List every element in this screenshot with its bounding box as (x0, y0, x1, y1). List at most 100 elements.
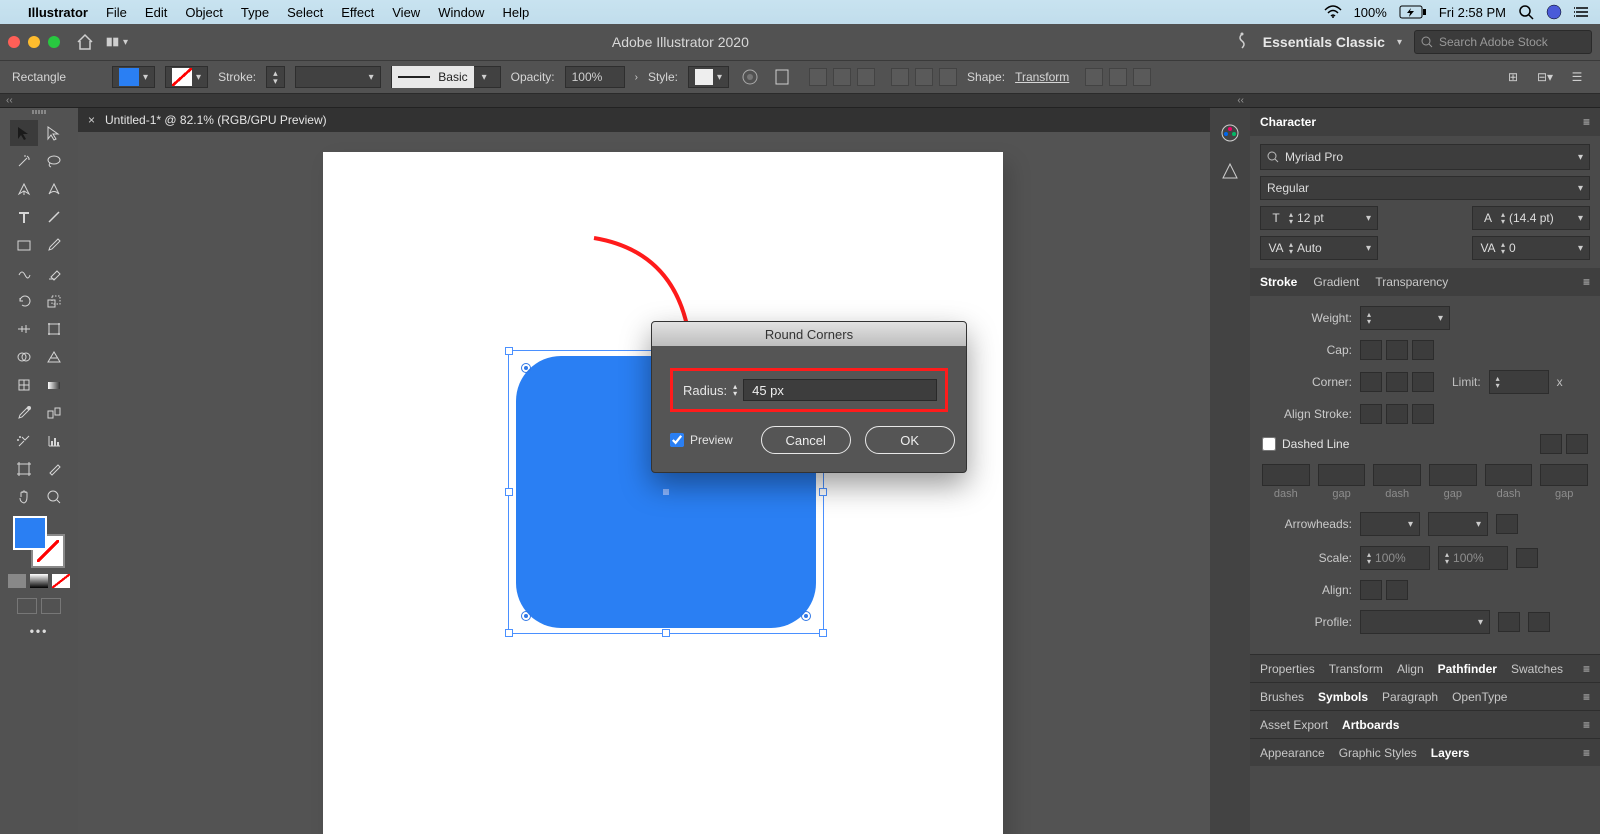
close-window-button[interactable] (8, 36, 20, 48)
corner-widget-bl[interactable] (521, 611, 531, 621)
shape-builder-tool[interactable] (10, 344, 38, 370)
menubar-clock[interactable]: Fri 2:58 PM (1439, 5, 1506, 20)
panel-menu-icon[interactable]: ≡ (1583, 718, 1590, 732)
kerning-field[interactable]: VA▴▾Auto▾ (1260, 236, 1378, 260)
handle-b[interactable] (662, 629, 670, 637)
chevron-down-icon[interactable]: ▾ (1397, 37, 1402, 48)
slice-tool[interactable] (40, 456, 68, 482)
tracking-field[interactable]: VA▴▾0▾ (1472, 236, 1590, 260)
arrow-align-tip[interactable] (1360, 580, 1382, 600)
align-hcenter-button[interactable] (833, 68, 851, 86)
font-family-field[interactable]: Myriad Pro ▾ (1260, 144, 1590, 170)
link-scale[interactable] (1516, 548, 1538, 568)
arrange-documents-button[interactable]: ▾ (106, 31, 128, 53)
tab-appearance[interactable]: Appearance (1260, 746, 1325, 760)
handle-tl[interactable] (505, 347, 513, 355)
tab-opentype[interactable]: OpenType (1452, 690, 1507, 704)
gap-input-2[interactable] (1429, 464, 1477, 486)
lasso-tool[interactable] (40, 148, 68, 174)
perspective-tool[interactable] (40, 344, 68, 370)
eyedropper-tool[interactable] (10, 400, 38, 426)
opacity-flyout[interactable]: › (635, 72, 638, 83)
align-stroke-inside[interactable] (1386, 404, 1408, 424)
flip-profile-v[interactable] (1528, 612, 1550, 632)
gap-input-3[interactable] (1540, 464, 1588, 486)
tab-artboards[interactable]: Artboards (1342, 718, 1399, 732)
group-button[interactable] (1109, 68, 1127, 86)
panel-menu-icon[interactable]: ≡ (1583, 275, 1590, 289)
ok-button[interactable]: OK (865, 426, 955, 454)
tab-properties[interactable]: Properties (1260, 662, 1315, 676)
arrow-align-path[interactable] (1386, 580, 1408, 600)
cap-square[interactable] (1412, 340, 1434, 360)
cancel-button[interactable]: Cancel (761, 426, 851, 454)
transparency-tab[interactable]: Transparency (1375, 275, 1448, 289)
preview-checkbox[interactable]: Preview (670, 433, 733, 447)
close-tab-icon[interactable]: × (88, 113, 95, 127)
dash-align-corners[interactable] (1566, 434, 1588, 454)
app-menu-name[interactable]: Illustrator (28, 5, 88, 20)
eraser-tool[interactable] (40, 260, 68, 286)
edit-toolbar-button[interactable]: ••• (30, 624, 49, 638)
zoom-tool[interactable] (40, 484, 68, 510)
handle-br[interactable] (819, 629, 827, 637)
menu-window[interactable]: Window (438, 5, 484, 20)
corner-widget-br[interactable] (801, 611, 811, 621)
tab-graphic-styles[interactable]: Graphic Styles (1339, 746, 1417, 760)
menu-help[interactable]: Help (502, 5, 529, 20)
home-button[interactable] (74, 31, 96, 53)
artboard-tool[interactable] (10, 456, 38, 482)
mesh-tool[interactable] (10, 372, 38, 398)
radius-stepper[interactable]: ▴▾ (733, 383, 737, 397)
expand-left-icon[interactable]: ‹‹ (6, 95, 13, 106)
snap-button[interactable]: ⊟▾ (1534, 66, 1556, 88)
color-panel-icon[interactable] (1219, 122, 1241, 144)
menu-select[interactable]: Select (287, 5, 323, 20)
align-vcenter-button[interactable] (915, 68, 933, 86)
color-mode-solid[interactable] (8, 574, 26, 588)
grid-button[interactable]: ⊞ (1502, 66, 1524, 88)
width-profile[interactable]: ▾ (1360, 610, 1490, 634)
scale-tool[interactable] (40, 288, 68, 314)
direct-selection-tool[interactable] (40, 120, 68, 146)
siri-icon[interactable] (1546, 4, 1562, 20)
rectangle-tool[interactable] (10, 232, 38, 258)
stroke-swatch[interactable]: ▾ (165, 66, 208, 88)
tab-pathfinder[interactable]: Pathfinder (1438, 662, 1497, 676)
screen-mode-normal[interactable] (17, 598, 37, 614)
align-right-button[interactable] (857, 68, 875, 86)
tab-align[interactable]: Align (1397, 662, 1424, 676)
miter-limit-input[interactable]: ▴▾ (1489, 370, 1549, 394)
dash-input-3[interactable] (1485, 464, 1533, 486)
gradient-tab[interactable]: Gradient (1313, 275, 1359, 289)
screen-mode-full[interactable] (41, 598, 61, 614)
handle-l[interactable] (505, 488, 513, 496)
line-tool[interactable] (40, 204, 68, 230)
wifi-icon[interactable] (1324, 5, 1342, 19)
arrow-scale-start[interactable]: ▴▾100% (1360, 546, 1430, 570)
arrow-scale-end[interactable]: ▴▾100% (1438, 546, 1508, 570)
menu-edit[interactable]: Edit (145, 5, 167, 20)
align-bottom-button[interactable] (939, 68, 957, 86)
color-guide-icon[interactable] (1219, 160, 1241, 182)
rotate-tool[interactable] (10, 288, 38, 314)
shaper-tool[interactable] (10, 260, 38, 286)
panel-menu-icon[interactable]: ≡ (1583, 662, 1590, 676)
recolor-button[interactable] (739, 66, 761, 88)
paintbrush-tool[interactable] (40, 232, 68, 258)
panel-menu-icon[interactable]: ≡ (1583, 115, 1590, 129)
tab-transform[interactable]: Transform (1329, 662, 1383, 676)
dashed-line-checkbox[interactable]: Dashed Line (1262, 437, 1349, 451)
fill-swatch[interactable]: ▾ (112, 66, 155, 88)
zoom-window-button[interactable] (48, 36, 60, 48)
selection-tool[interactable] (10, 120, 38, 146)
color-mode-none[interactable] (52, 574, 70, 588)
ungroup-button[interactable] (1133, 68, 1151, 86)
dash-input-2[interactable] (1373, 464, 1421, 486)
panel-menu-icon[interactable]: ≡ (1583, 746, 1590, 760)
menu-type[interactable]: Type (241, 5, 269, 20)
symbol-sprayer-tool[interactable] (10, 428, 38, 454)
cap-butt[interactable] (1360, 340, 1382, 360)
tab-asset-export[interactable]: Asset Export (1260, 718, 1328, 732)
transform-link[interactable]: Transform (1015, 70, 1069, 84)
